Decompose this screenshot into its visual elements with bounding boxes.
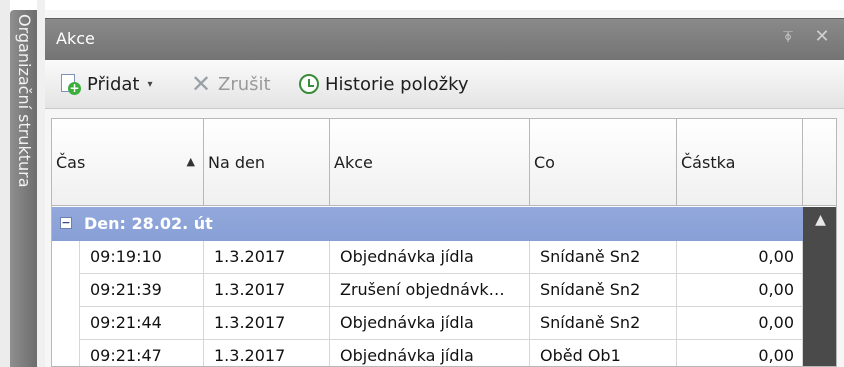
group-label: Den: 28.02. út <box>84 214 213 233</box>
sort-ascending-icon: ▲ <box>186 155 195 168</box>
scroll-up-icon[interactable]: ▲ <box>803 207 836 235</box>
cell-cas: 09:21:44 <box>80 307 204 340</box>
group-row[interactable]: − Den: 28.02. út <box>52 207 803 241</box>
column-header-label: Co <box>534 153 555 172</box>
cell-akce: Objednávka jídla <box>330 340 530 366</box>
cell-castka: 0,00 <box>677 241 803 274</box>
actions-grid: Čas ▲ Na den Akce Co Částka − Den: 28.02… <box>51 118 837 367</box>
cell-castka: 0,00 <box>677 307 803 340</box>
panel-title: Akce <box>56 29 95 48</box>
row-indent <box>52 307 80 340</box>
column-header-label: Akce <box>334 153 373 172</box>
cell-co: Snídaně Sn2 <box>530 307 677 340</box>
column-header-label: Částka <box>681 153 736 172</box>
row-indent <box>52 274 80 307</box>
history-clock-icon <box>297 73 319 95</box>
cell-co: Snídaně Sn2 <box>530 274 677 307</box>
column-header-castka[interactable]: Částka <box>677 119 803 206</box>
side-tab-label: Organizační struktura <box>15 14 34 188</box>
panel-gap <box>37 0 45 367</box>
column-header-cas[interactable]: Čas ▲ <box>52 119 204 206</box>
cell-co: Snídaně Sn2 <box>530 241 677 274</box>
table-row[interactable]: 09:21:39 1.3.2017 Zrušení objednávk… Sní… <box>52 274 803 307</box>
cell-cas: 09:21:47 <box>80 340 204 366</box>
cell-na-den: 1.3.2017 <box>204 307 330 340</box>
vertical-scrollbar[interactable]: ▲ <box>803 207 836 366</box>
cell-castka: 0,00 <box>677 340 803 366</box>
pin-icon[interactable]: ⍕ <box>778 27 798 49</box>
table-row[interactable]: 09:21:44 1.3.2017 Objednávka jídla Snída… <box>52 307 803 340</box>
left-gutter <box>0 0 10 367</box>
cell-na-den: 1.3.2017 <box>204 274 330 307</box>
column-header-label: Čas <box>56 153 86 172</box>
side-tab-organizational-structure[interactable]: Organizační struktura <box>10 10 37 367</box>
table-row[interactable]: 09:19:10 1.3.2017 Objednávka jídla Snída… <box>52 241 803 274</box>
cell-akce: Objednávka jídla <box>330 307 530 340</box>
cell-na-den: 1.3.2017 <box>204 241 330 274</box>
column-header-co[interactable]: Co <box>530 119 677 206</box>
chevron-down-icon[interactable]: ▾ <box>147 79 152 90</box>
grid-header: Čas ▲ Na den Akce Co Částka <box>52 119 836 206</box>
akce-panel: Akce ⍕ ✕ + Přidat ▾ ✕ Zrušit Historie po… <box>45 10 844 367</box>
add-document-icon: + <box>59 73 81 95</box>
column-header-label: Na den <box>208 153 265 172</box>
cross-icon: ✕ <box>190 70 212 98</box>
column-header-akce[interactable]: Akce <box>330 119 530 206</box>
add-button[interactable]: + Přidat ▾ <box>59 72 152 96</box>
cell-na-den: 1.3.2017 <box>204 340 330 366</box>
column-header-filler <box>803 119 836 206</box>
table-row[interactable]: 09:21:47 1.3.2017 Objednávka jídla Oběd … <box>52 340 803 366</box>
cell-cas: 09:19:10 <box>80 241 204 274</box>
cell-cas: 09:21:39 <box>80 274 204 307</box>
column-header-na-den[interactable]: Na den <box>204 119 330 206</box>
collapse-icon[interactable]: − <box>60 217 72 229</box>
cell-akce: Objednávka jídla <box>330 241 530 274</box>
add-button-label: Přidat <box>87 73 140 95</box>
row-indent <box>52 340 80 366</box>
cancel-button[interactable]: ✕ Zrušit <box>190 72 271 96</box>
cancel-button-label: Zrušit <box>218 73 271 95</box>
panel-titlebar: Akce ⍕ ✕ <box>45 18 844 60</box>
history-button[interactable]: Historie položky <box>297 72 469 96</box>
cell-castka: 0,00 <box>677 274 803 307</box>
row-indent <box>52 241 80 274</box>
cell-akce: Zrušení objednávk… <box>330 274 530 307</box>
cell-co: Oběd Ob1 <box>530 340 677 366</box>
close-icon[interactable]: ✕ <box>812 26 832 48</box>
history-button-label: Historie položky <box>325 73 469 95</box>
toolbar: + Přidat ▾ ✕ Zrušit Historie položky <box>45 60 844 109</box>
